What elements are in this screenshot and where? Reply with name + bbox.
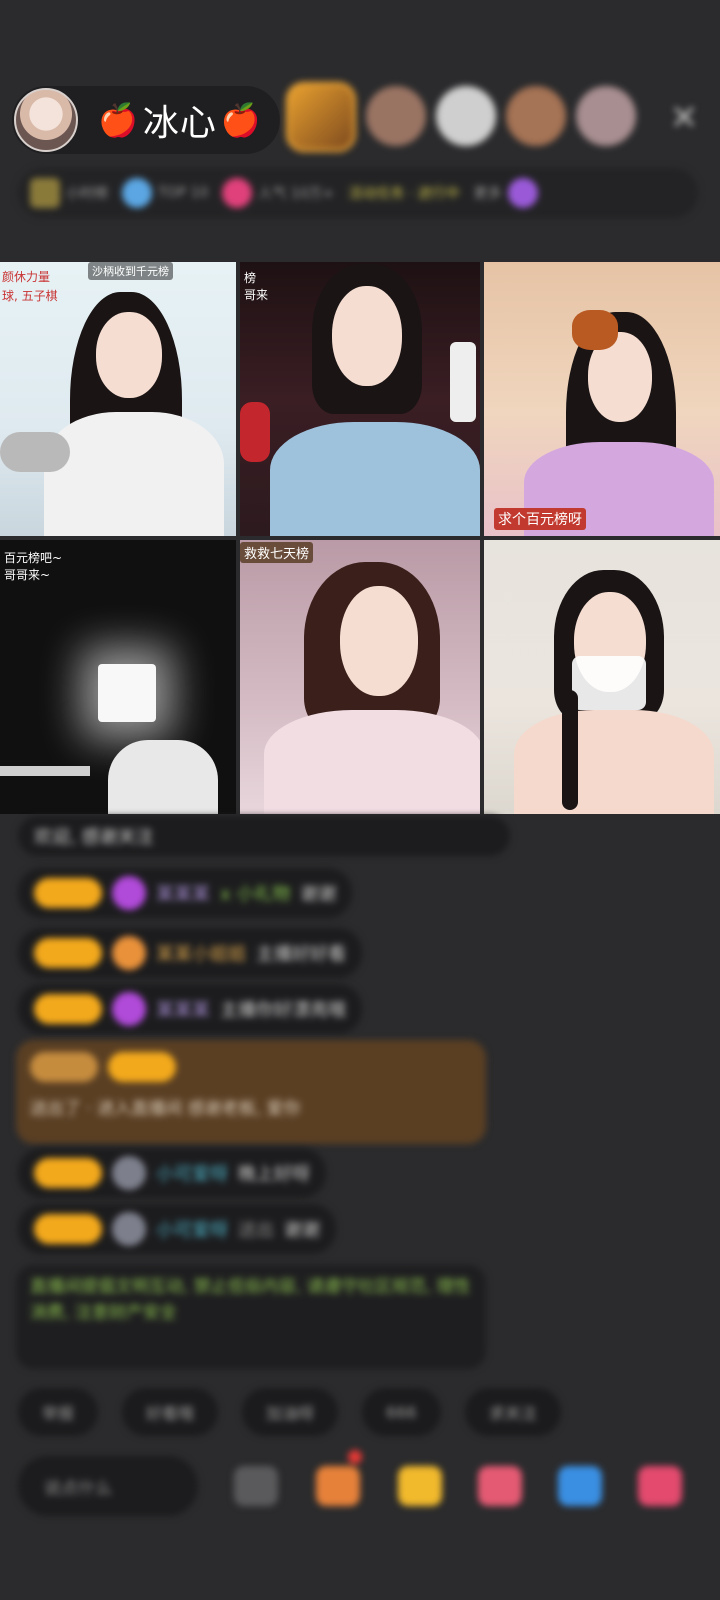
notification-dot — [348, 1450, 362, 1464]
heart-icon — [112, 1212, 146, 1246]
heart-icon — [112, 992, 146, 1026]
chat-username[interactable]: 某某小姐姐 — [156, 940, 246, 966]
viewer-avatar[interactable] — [286, 82, 356, 152]
gift-icon[interactable] — [478, 1466, 522, 1506]
chat-message[interactable]: 某某小姐姐 主播好好看 — [18, 928, 362, 978]
cell-label: 百元榜吧~ 哥哥来~ — [4, 551, 63, 582]
viewer-avatar[interactable] — [506, 86, 566, 146]
viewer-avatar[interactable] — [436, 86, 496, 146]
chat-message[interactable]: 小可爱呀 送出 谢谢 — [18, 1204, 336, 1254]
apple-icon: 🍎 — [98, 101, 139, 139]
host-name-text: 冰心 — [142, 103, 217, 144]
video-cell-1[interactable]: 沙柄收到千元榜 颜休力量 球, 五子棋 — [0, 262, 236, 536]
heart-icon — [112, 1156, 146, 1190]
cell-label: 求个百元榜呀 — [494, 508, 586, 530]
emoji-icon[interactable] — [234, 1466, 278, 1506]
video-cell-4[interactable]: 百元榜吧~ 哥哥来~ — [0, 540, 236, 814]
popularity-chip[interactable]: 人气 10万+ — [222, 178, 334, 208]
quick-reply-button[interactable]: 求关注 — [464, 1388, 561, 1436]
level-badge — [34, 938, 102, 968]
info-bar[interactable]: 小时榜 TOP 10 人气 10万+ 活动任务 · 进行中 更多 — [18, 168, 698, 218]
treasure-icon[interactable] — [398, 1466, 442, 1506]
chat-input[interactable]: 说点什么 — [18, 1456, 198, 1516]
level-badge — [34, 878, 102, 908]
quick-reply-button[interactable]: 加油呀 — [242, 1388, 339, 1436]
gift-message: 送出了 · 进入直播间 感谢老板, 爱你 — [16, 1040, 486, 1144]
level-badge — [34, 1214, 102, 1244]
bottom-action-bar: 说点什么 — [18, 1450, 718, 1518]
rank-text: 小时榜 — [66, 186, 108, 202]
light-lamp — [98, 664, 156, 722]
video-cell-6[interactable] — [484, 540, 720, 814]
quick-reply-button[interactable]: 举报 — [18, 1388, 99, 1436]
chat-username[interactable]: 小可爱呀 — [156, 1216, 228, 1242]
more-icon — [507, 178, 538, 208]
rank-chip[interactable]: 小时榜 — [30, 178, 108, 208]
activity-text: 活动任务 · 进行中 — [348, 186, 460, 202]
viewer-avatar[interactable] — [366, 86, 426, 146]
top-icon — [122, 178, 152, 208]
more-icon[interactable] — [638, 1466, 682, 1506]
quick-reply-button[interactable]: 666 — [362, 1388, 441, 1436]
video-grid: 沙柄收到千元榜 颜休力量 球, 五子棋 榜 哥来 求个百元榜呀 百元榜吧~ 哥哥… — [0, 262, 720, 814]
chat-message[interactable]: 某某某 主播你好漂亮哦 — [18, 984, 362, 1034]
video-cell-2[interactable]: 榜 哥来 — [240, 262, 480, 536]
host-name: 🍎 冰心 🍎 — [98, 94, 262, 146]
rank-icon — [30, 178, 60, 208]
system-notice: 直播间提倡文明互动, 禁止低俗内容, 请遵守社区规范, 理性消费, 注意财产安全 — [16, 1265, 486, 1369]
host-info-pill[interactable]: 🍎 冰心 🍎 — [12, 86, 280, 154]
video-cell-3[interactable]: 求个百元榜呀 — [484, 262, 720, 536]
heart-icon — [112, 936, 146, 970]
more-chip[interactable]: 更多 — [474, 178, 538, 208]
host-avatar[interactable] — [14, 88, 78, 152]
cell-label: 救救七天榜 — [240, 542, 314, 563]
close-icon[interactable]: ✕ — [666, 100, 702, 136]
heart-icon — [112, 876, 146, 910]
chat-username[interactable]: 小可爱呀 — [156, 1160, 228, 1186]
top-chip[interactable]: TOP 10 — [122, 178, 208, 208]
level-badge — [34, 1158, 102, 1188]
chat-message: 欢迎, 感谢关注 — [18, 816, 510, 856]
cell-label: 沙柄收到千元榜 — [88, 262, 173, 280]
cell-label: 榜 哥来 — [244, 271, 269, 302]
popularity-icon — [222, 178, 253, 208]
more-text: 更多 — [473, 186, 502, 202]
chat-message[interactable]: 小可爱呀 晚上好呀 — [18, 1148, 326, 1198]
activity-chip[interactable]: 活动任务 · 进行中 — [348, 183, 459, 203]
popularity-text: 人气 10万+ — [258, 186, 335, 202]
quick-reply-list: 举报 好看哦 加油呀 666 求关注 — [18, 1388, 561, 1436]
cell-side-text: 颜休力量 球, 五子棋 — [2, 270, 58, 304]
top-text: TOP 10 — [158, 185, 209, 201]
gift-box-icon[interactable] — [316, 1466, 360, 1506]
share-icon[interactable] — [558, 1466, 602, 1506]
viewer-avatar-list — [286, 82, 636, 152]
microphone — [0, 432, 70, 472]
apple-icon: 🍎 — [220, 101, 262, 139]
level-badge — [34, 994, 102, 1024]
chat-username[interactable]: 某某某 — [156, 880, 210, 906]
quick-reply-button[interactable]: 好看哦 — [122, 1388, 219, 1436]
video-cell-5[interactable]: 救救七天榜 — [240, 540, 480, 814]
chat-username[interactable]: 某某某 — [156, 996, 210, 1022]
chat-message[interactable]: 某某某 x 小礼物 谢谢 — [18, 868, 353, 918]
viewer-avatar[interactable] — [576, 86, 636, 146]
